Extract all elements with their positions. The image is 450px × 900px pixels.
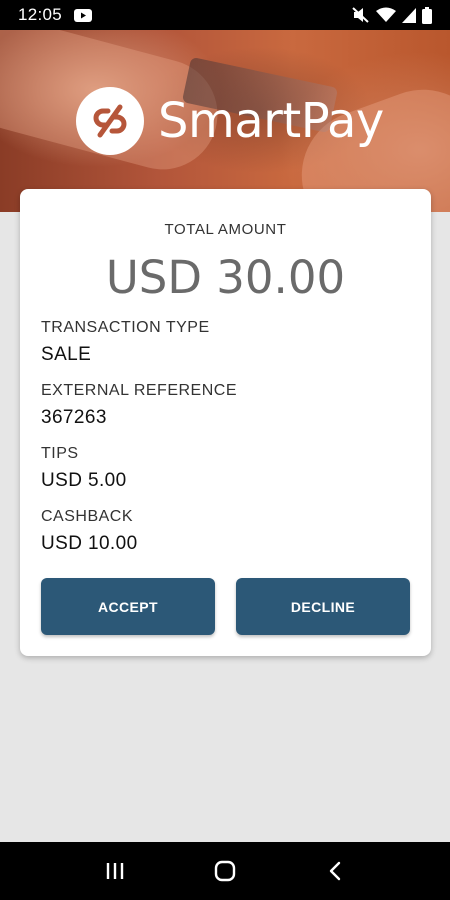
transaction-type-value: SALE (41, 344, 92, 365)
back-icon[interactable] (305, 851, 365, 891)
transaction-card: TOTAL AMOUNT USD 30.00 TRANSACTION TYPE … (20, 189, 431, 656)
status-time: 12:05 (18, 5, 63, 24)
decline-button[interactable]: DECLINE (236, 578, 410, 635)
cashback-value: USD 10.00 (41, 533, 138, 554)
external-reference-value: 367263 (41, 407, 107, 428)
transaction-type-label: TRANSACTION TYPE (41, 319, 210, 336)
wifi-icon (376, 7, 396, 23)
tips-value: USD 5.00 (41, 470, 127, 491)
status-bar: 12:05 (0, 0, 450, 30)
accept-button[interactable]: ACCEPT (41, 578, 215, 635)
recent-apps-icon[interactable] (85, 851, 145, 891)
cashback-label: CASHBACK (41, 508, 134, 525)
tips-label: TIPS (41, 445, 79, 462)
total-amount-value: USD 30.00 (105, 251, 346, 304)
brand-logo: SmartPay (76, 87, 384, 155)
hero-banner: SmartPay (0, 30, 450, 212)
youtube-icon (74, 8, 93, 22)
smartpay-logo-icon (76, 87, 144, 155)
external-reference-label: EXTERNAL REFERENCE (41, 382, 237, 399)
total-amount-label: TOTAL AMOUNT (164, 221, 287, 238)
home-icon[interactable] (195, 851, 255, 891)
mute-icon (352, 7, 370, 23)
battery-icon (422, 6, 432, 24)
signal-icon (402, 7, 416, 23)
brand-name: SmartPay (158, 93, 384, 149)
navigation-bar (0, 842, 450, 900)
